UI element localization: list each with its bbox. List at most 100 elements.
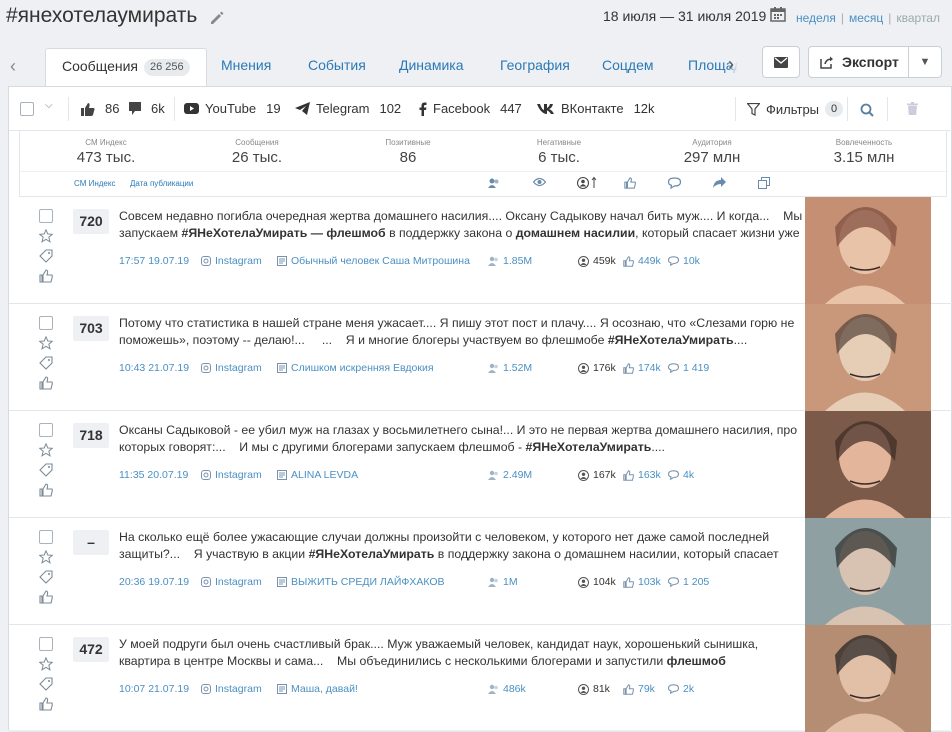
- message-platform[interactable]: Instagram: [201, 683, 262, 695]
- search-icon[interactable]: [860, 103, 874, 117]
- message-text[interactable]: Оксаны Садыковой - ее убил муж на глазах…: [119, 422, 805, 456]
- message-time[interactable]: 11:35 20.07.19: [119, 469, 188, 481]
- tag-icon[interactable]: [39, 570, 53, 584]
- likes-icon: [623, 469, 634, 481]
- sort-copies-icon[interactable]: [758, 177, 770, 189]
- message-author[interactable]: Обычный человек Саша Митрошина: [277, 255, 470, 267]
- likes-filter[interactable]: 86: [81, 101, 119, 116]
- audience-icon: [488, 363, 498, 373]
- export-dropdown-icon[interactable]: ▼: [909, 56, 941, 68]
- source-vkontakte[interactable]: ВКонтакте 12k: [537, 101, 655, 116]
- audience-icon: [488, 470, 498, 480]
- row-checkbox[interactable]: [39, 530, 53, 544]
- row-checkbox[interactable]: [39, 316, 53, 330]
- top-bar: #янехотелаумирать 18 июля — 31 июля 2019…: [0, 0, 952, 90]
- message-platform[interactable]: Instagram: [201, 576, 262, 588]
- rate-thumbs-icon[interactable]: [39, 269, 53, 283]
- comments-icon: [668, 684, 679, 694]
- message-row[interactable]: – На сколько ещё более ужасающие случаи д…: [9, 518, 952, 625]
- message-author[interactable]: Слишком искренняя Евдокия: [277, 362, 434, 374]
- source-facebook[interactable]: Facebook 447: [419, 101, 522, 116]
- message-time[interactable]: 17:57 19.07.19: [119, 255, 189, 267]
- sort-likes-icon[interactable]: [624, 177, 636, 189]
- tab-messages[interactable]: Сообщения 26 256: [45, 48, 207, 86]
- sort-engagement-icon[interactable]: [577, 176, 599, 190]
- message-row[interactable]: 472 У моей подруги был очень счастливый б…: [9, 625, 952, 732]
- sort-cm-index[interactable]: СМ Индекс: [74, 179, 115, 188]
- message-platform[interactable]: Instagram: [201, 469, 262, 481]
- message-time[interactable]: 10:07 21.07.19: [119, 683, 189, 695]
- rate-thumbs-icon[interactable]: [39, 590, 53, 604]
- tag-icon[interactable]: [39, 677, 53, 691]
- trash-icon[interactable]: [907, 102, 918, 115]
- export-main[interactable]: Экспорт: [809, 47, 909, 77]
- post-photo[interactable]: [805, 625, 931, 732]
- tab-socdem[interactable]: Соцдем: [602, 48, 654, 86]
- period-month[interactable]: месяц: [849, 11, 883, 25]
- tag-icon[interactable]: [39, 463, 53, 477]
- message-text[interactable]: На сколько ещё более ужасающие случаи до…: [119, 529, 805, 563]
- dislikes-filter[interactable]: 6k: [129, 101, 165, 116]
- star-icon[interactable]: [39, 443, 53, 457]
- tag-icon[interactable]: [39, 356, 53, 370]
- message-text[interactable]: Потому что статистика в нашей стране мен…: [119, 315, 805, 349]
- sort-audience-icon[interactable]: [488, 177, 500, 189]
- message-author[interactable]: ALINA LEVDA: [277, 469, 358, 481]
- period-week[interactable]: неделя: [796, 11, 836, 25]
- cm-index-score: 703: [73, 316, 109, 341]
- row-checkbox[interactable]: [39, 423, 53, 437]
- message-text[interactable]: У моей подруги был очень счастливый брак…: [119, 636, 805, 670]
- rate-thumbs-icon[interactable]: [39, 376, 53, 390]
- select-all[interactable]: [20, 102, 34, 116]
- message-author[interactable]: Маша, давай!: [277, 683, 358, 695]
- pencil-icon[interactable]: [209, 10, 225, 26]
- message-time[interactable]: 10:43 21.07.19: [119, 362, 189, 374]
- author-page-icon: [277, 256, 287, 266]
- message-row[interactable]: 718 Оксаны Садыковой - ее убил муж на гла…: [9, 411, 952, 518]
- post-photo[interactable]: [805, 518, 931, 625]
- source-telegram[interactable]: Telegram 102: [295, 101, 401, 116]
- message-row[interactable]: 703 Потому что статистика в нашей стране …: [9, 304, 952, 411]
- sort-pub-date[interactable]: Дата публикации: [130, 179, 193, 188]
- row-checkbox[interactable]: [39, 637, 53, 651]
- rate-thumbs-icon[interactable]: [39, 697, 53, 711]
- rate-thumbs-icon[interactable]: [39, 483, 53, 497]
- post-photo[interactable]: [805, 197, 931, 304]
- message-time[interactable]: 20:36 19.07.19: [119, 576, 189, 588]
- star-icon[interactable]: [39, 336, 53, 350]
- star-icon[interactable]: [39, 229, 53, 243]
- select-dropdown-icon[interactable]: ⌵: [45, 100, 53, 111]
- message-likes: 103k: [623, 576, 661, 588]
- post-photo[interactable]: [805, 411, 931, 518]
- email-button[interactable]: [762, 46, 800, 78]
- sort-shares-icon[interactable]: [713, 177, 726, 188]
- instagram-icon: [201, 577, 211, 587]
- period-quarter[interactable]: квартал: [896, 11, 940, 25]
- sort-views-icon[interactable]: [533, 177, 546, 187]
- comments-icon: [668, 256, 679, 266]
- star-icon[interactable]: [39, 550, 53, 564]
- message-engagement: 167k: [578, 469, 616, 481]
- message-author[interactable]: ВЫЖИТЬ СРЕДИ ЛАЙФХАКОВ: [277, 576, 445, 588]
- calendar-icon[interactable]: [770, 6, 786, 22]
- tab-dynamics[interactable]: Динамика: [399, 48, 463, 86]
- tabs-next-icon[interactable]: ›: [728, 54, 750, 78]
- post-photo[interactable]: [805, 304, 931, 411]
- tag-icon[interactable]: [39, 249, 53, 263]
- tab-opinions[interactable]: Мнения: [221, 48, 271, 86]
- tab-geography[interactable]: География: [500, 48, 570, 86]
- message-text[interactable]: Совсем недавно погибла очередная жертва …: [119, 208, 805, 242]
- star-icon[interactable]: [39, 657, 53, 671]
- filters-button[interactable]: Фильтры 0: [747, 101, 844, 117]
- period-switcher: неделя | месяц | квартал: [796, 11, 940, 25]
- select-all-checkbox[interactable]: [20, 102, 34, 116]
- export-button[interactable]: Экспорт ▼: [808, 46, 942, 78]
- source-youtube[interactable]: YouTube 19: [184, 101, 281, 116]
- message-platform[interactable]: Instagram: [201, 255, 262, 267]
- message-platform[interactable]: Instagram: [201, 362, 262, 374]
- tabs-prev-icon[interactable]: ‹: [10, 56, 16, 77]
- message-row[interactable]: 720 Совсем недавно погибла очередная жерт…: [9, 197, 952, 304]
- row-checkbox[interactable]: [39, 209, 53, 223]
- tab-events[interactable]: События: [308, 48, 366, 86]
- sort-comments-icon[interactable]: [668, 177, 681, 189]
